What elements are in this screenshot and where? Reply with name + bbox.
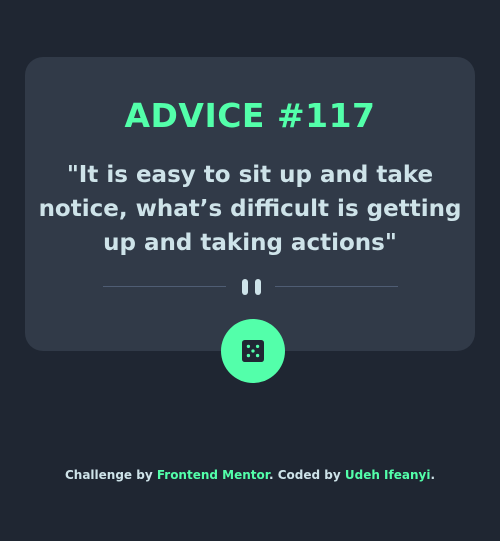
advice-title: ADVICE #117 bbox=[124, 96, 376, 135]
advice-quote: "It is easy to sit up and take notice, w… bbox=[38, 162, 462, 256]
divider bbox=[103, 276, 398, 298]
frontend-mentor-link[interactable]: Frontend Mentor bbox=[157, 468, 269, 482]
dice-icon bbox=[242, 340, 264, 362]
dice-button[interactable] bbox=[221, 319, 285, 383]
footer-suffix: . bbox=[430, 468, 436, 482]
footer-prefix: Challenge by bbox=[64, 468, 157, 482]
author-link[interactable]: Udeh Ifeanyi bbox=[345, 468, 431, 482]
footer-middle: . Coded by bbox=[268, 468, 345, 482]
divider-line-left bbox=[103, 286, 226, 287]
attribution-footer: Challenge by Frontend Mentor. Coded by U… bbox=[0, 467, 500, 483]
advice-card: ADVICE #117 "It is easy to sit up and ta… bbox=[25, 57, 475, 351]
divider-line-right bbox=[275, 286, 398, 287]
pause-icon bbox=[240, 279, 262, 295]
